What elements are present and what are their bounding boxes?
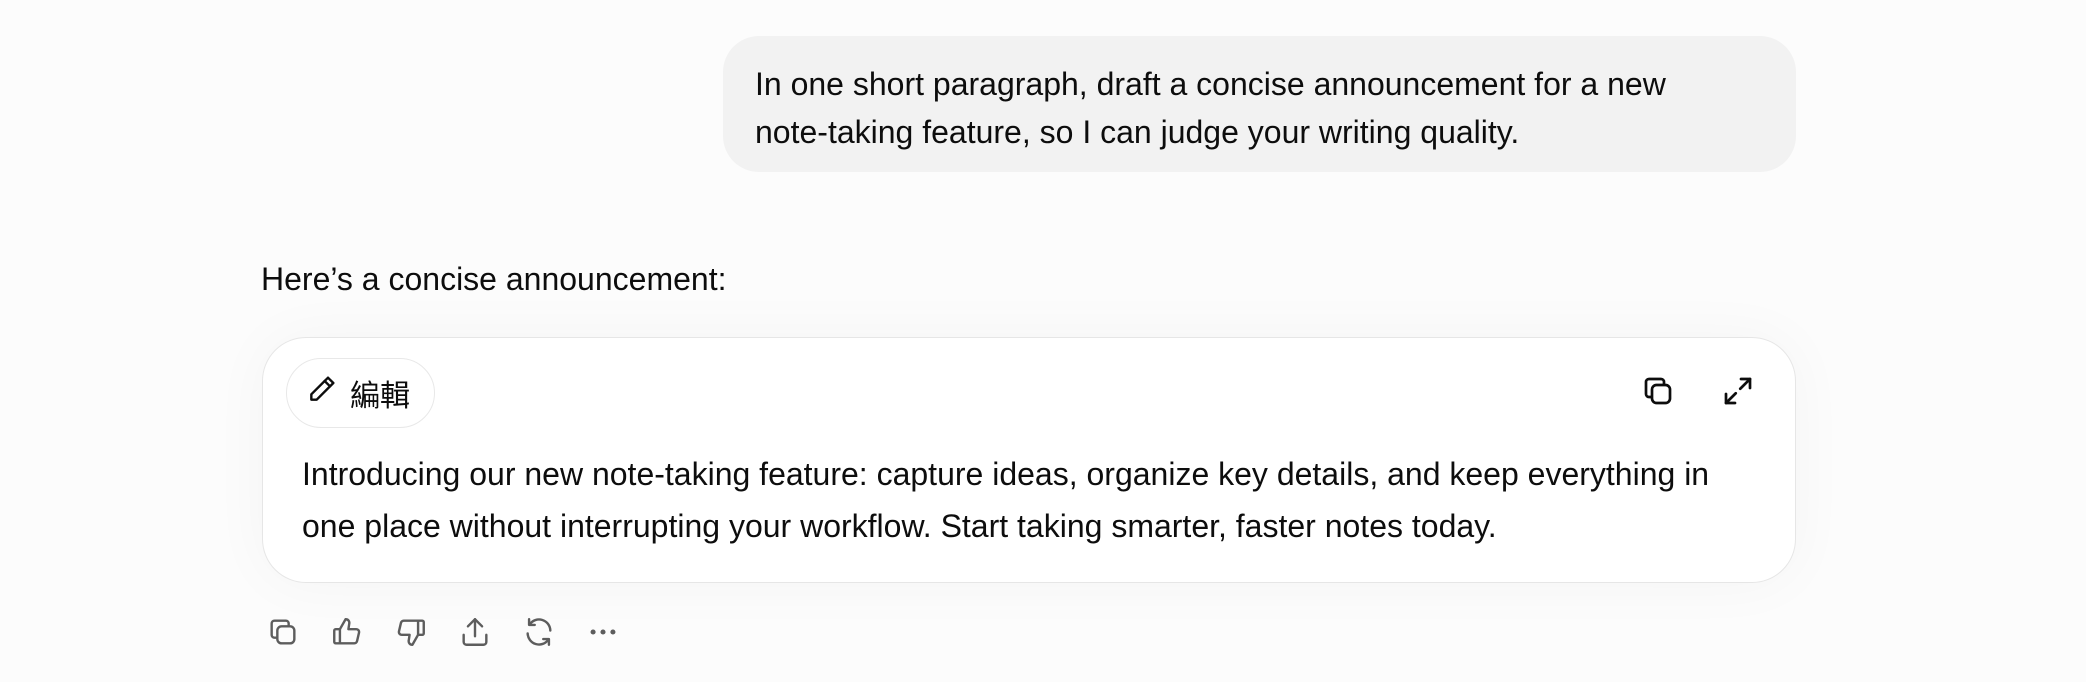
- pencil-icon: [306, 373, 338, 413]
- canvas-card: 編輯 Introducing our new note-taking featu…: [262, 337, 1796, 583]
- edit-button-label: 編輯: [350, 380, 410, 413]
- copy-button[interactable]: [261, 612, 305, 656]
- expand-icon: [1720, 373, 1756, 414]
- assistant-intro-text: Here’s a concise announcement:: [261, 261, 727, 297]
- thumbs-down-icon: [394, 615, 428, 654]
- regenerate-icon: [522, 615, 556, 654]
- more-icon: [586, 615, 620, 654]
- edit-button[interactable]: 編輯: [286, 358, 435, 428]
- share-icon: [458, 615, 492, 654]
- copy-canvas-button[interactable]: [1636, 371, 1680, 415]
- thumbs-up-button[interactable]: [325, 612, 369, 656]
- message-action-bar: [261, 612, 625, 656]
- share-button[interactable]: [453, 612, 497, 656]
- thumbs-up-icon: [330, 615, 364, 654]
- canvas-content: Introducing our new note-taking feature:…: [302, 456, 1710, 544]
- expand-canvas-button[interactable]: [1716, 371, 1760, 415]
- thumbs-down-button[interactable]: [389, 612, 433, 656]
- regenerate-button[interactable]: [517, 612, 561, 656]
- user-message-bubble: In one short paragraph, draft a concise …: [723, 36, 1796, 172]
- copy-icon: [1640, 373, 1676, 414]
- more-options-button[interactable]: [581, 612, 625, 656]
- copy-icon: [266, 615, 300, 654]
